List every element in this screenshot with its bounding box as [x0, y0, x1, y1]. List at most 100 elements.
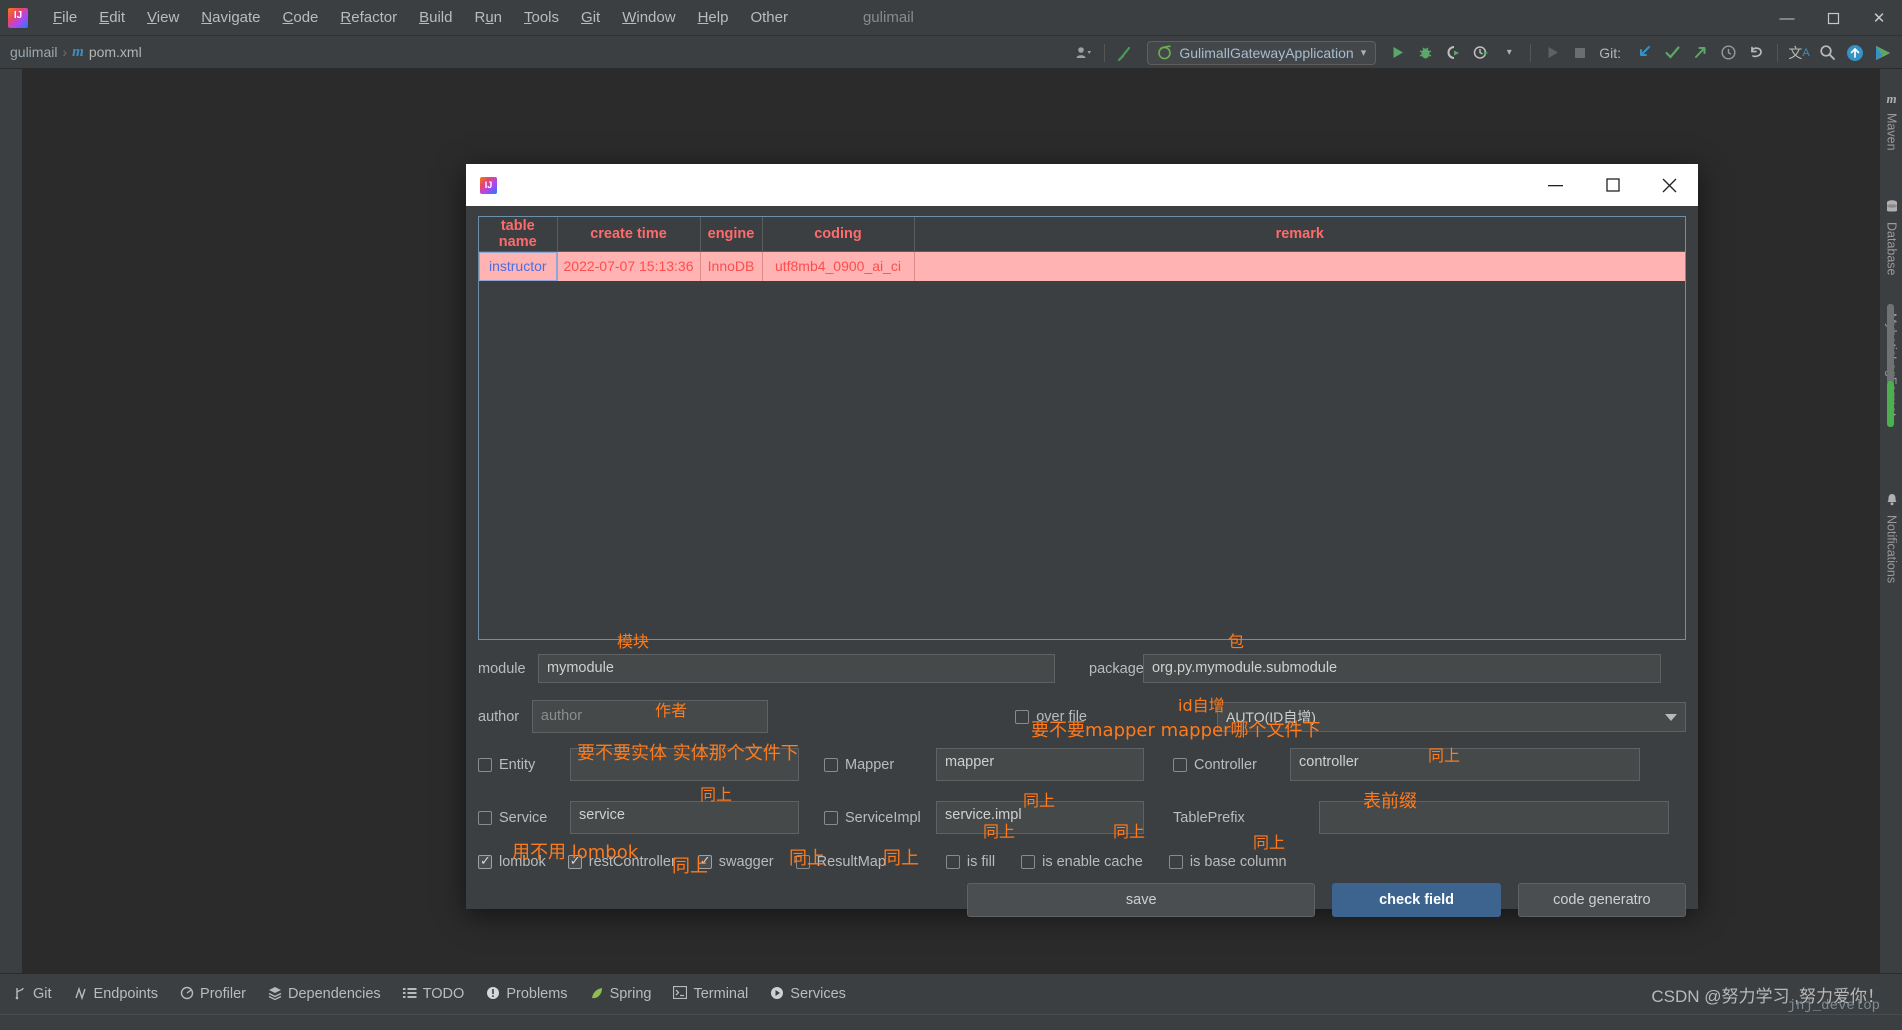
- module-label: module: [478, 660, 526, 677]
- save-button[interactable]: save: [967, 883, 1316, 917]
- controller-checkbox[interactable]: Controller: [1173, 757, 1290, 773]
- generator-form: module mymodule package org.py.mymodule.…: [478, 640, 1686, 917]
- sidebar-item-maven[interactable]: m Maven: [1880, 85, 1902, 151]
- column-header-create-time[interactable]: create time: [557, 217, 701, 252]
- package-input[interactable]: org.py.mymodule.submodule: [1143, 654, 1661, 683]
- ide-icon[interactable]: [1870, 41, 1896, 65]
- code-generator-button[interactable]: code generatro: [1517, 883, 1686, 917]
- debug-icon[interactable]: [1412, 41, 1438, 65]
- user-avatar-icon[interactable]: [1070, 41, 1096, 65]
- status-item-services[interactable]: Services: [770, 986, 846, 1003]
- entity-input[interactable]: [570, 748, 799, 781]
- history-icon[interactable]: [1715, 41, 1741, 65]
- mapper-label: Mapper: [845, 756, 895, 773]
- service-checkbox[interactable]: Service: [478, 810, 570, 826]
- menu-item-other[interactable]: Other: [739, 5, 799, 30]
- entity-checkbox[interactable]: Entity: [478, 757, 570, 773]
- run-configuration-selector[interactable]: GulimallGatewayApplication ▾: [1147, 40, 1377, 65]
- scrollbar-thumb[interactable]: [1887, 304, 1894, 384]
- cell-remark[interactable]: [914, 251, 1685, 281]
- sidebar-item-database[interactable]: Database: [1880, 194, 1902, 276]
- status-item-problems[interactable]: Problems: [486, 986, 568, 1003]
- menu-item-refactor[interactable]: Refactor: [329, 5, 408, 30]
- isenablecache-checkbox[interactable]: is enable cache: [1021, 854, 1143, 870]
- dialog-maximize-icon[interactable]: [1584, 164, 1641, 206]
- module-input[interactable]: mymodule: [538, 654, 1055, 683]
- tableprefix-input[interactable]: [1319, 801, 1669, 834]
- menu-item-build[interactable]: Build: [408, 5, 463, 30]
- status-item-profiler[interactable]: Profiler: [180, 986, 246, 1003]
- dialog-close-icon[interactable]: [1641, 164, 1698, 206]
- translate-icon[interactable]: 文A: [1786, 41, 1812, 65]
- status-item-git[interactable]: Git: [14, 986, 52, 1003]
- run-icon[interactable]: [1384, 41, 1410, 65]
- status-item-endpoints[interactable]: Endpoints: [74, 986, 158, 1003]
- serviceimpl-checkbox[interactable]: ServiceImpl: [824, 810, 936, 826]
- minimize-icon[interactable]: —: [1764, 0, 1810, 36]
- swagger-checkbox[interactable]: swagger: [697, 853, 774, 870]
- lombok-checkbox[interactable]: lombok: [478, 853, 546, 870]
- sidebar-item-notifications[interactable]: Notifications: [1880, 487, 1902, 583]
- form-row-module-package: module mymodule package org.py.mymodule.…: [478, 654, 1686, 683]
- cell-coding[interactable]: utf8mb4_0900_ai_ci: [762, 251, 915, 281]
- menu-item-run[interactable]: Run: [463, 5, 513, 30]
- build-hammer-icon[interactable]: [1113, 41, 1139, 65]
- git-push-icon[interactable]: [1687, 41, 1713, 65]
- search-icon[interactable]: [1814, 41, 1840, 65]
- menu-item-navigate[interactable]: Navigate: [190, 5, 271, 30]
- close-icon[interactable]: ✕: [1856, 0, 1902, 36]
- restcontroller-checkbox[interactable]: restController: [567, 853, 676, 870]
- column-header-coding[interactable]: coding: [762, 217, 915, 252]
- serviceimpl-input[interactable]: service.impl: [936, 801, 1144, 834]
- status-item-terminal[interactable]: Terminal: [673, 985, 748, 1002]
- check-field-button[interactable]: check field: [1332, 883, 1501, 917]
- column-header-remark[interactable]: remark: [914, 217, 1685, 252]
- cell-create-time[interactable]: 2022-07-07 15:13:36: [557, 251, 701, 281]
- run-coverage-icon[interactable]: [1440, 41, 1466, 65]
- menu-item-edit[interactable]: Edit: [88, 5, 136, 30]
- spring-boot-icon: [1158, 45, 1172, 60]
- menu-item-help[interactable]: Help: [687, 5, 740, 30]
- mapper-input[interactable]: mapper: [936, 748, 1144, 781]
- column-header-engine[interactable]: engine: [700, 217, 763, 252]
- dialog-minimize-icon[interactable]: [1527, 164, 1584, 206]
- terminal-icon: [673, 985, 688, 1002]
- menu-item-file[interactable]: File: [42, 5, 88, 30]
- chevron-down-icon-profiler[interactable]: ▾: [1496, 41, 1522, 65]
- upload-icon[interactable]: [1842, 41, 1868, 65]
- mapper-checkbox[interactable]: Mapper: [824, 757, 936, 773]
- rollback-icon[interactable]: [1743, 41, 1769, 65]
- status-item-todo[interactable]: TODO: [402, 986, 464, 1002]
- menu-item-git[interactable]: Git: [570, 5, 611, 30]
- cell-table-name[interactable]: instructor: [479, 251, 558, 281]
- git-label: Git:: [1599, 44, 1621, 61]
- menu-item-code[interactable]: Code: [272, 5, 330, 30]
- id-strategy-select[interactable]: AUTO(ID自增): [1216, 701, 1686, 732]
- breadcrumb-file[interactable]: pom.xml: [89, 44, 142, 60]
- isbasecolumn-checkbox[interactable]: is base column: [1168, 854, 1287, 870]
- menu-item-tools[interactable]: Tools: [513, 5, 570, 30]
- table-row[interactable]: instructor 2022-07-07 15:13:36 InnoDB ut…: [479, 251, 1685, 281]
- isenablecache-label: is enable cache: [1042, 854, 1143, 870]
- controller-input[interactable]: controller: [1290, 748, 1640, 781]
- git-commit-icon[interactable]: [1659, 41, 1685, 65]
- chevron-down-icon-id-strategy[interactable]: [1665, 713, 1677, 721]
- breadcrumb-project[interactable]: gulimail: [10, 44, 57, 60]
- status-item-dependencies[interactable]: Dependencies: [268, 986, 381, 1003]
- chevron-down-icon[interactable]: ▾: [1361, 46, 1367, 59]
- git-update-icon[interactable]: [1631, 41, 1657, 65]
- database-table-panel[interactable]: table name create time engine coding rem…: [478, 216, 1686, 640]
- menu-item-view[interactable]: View: [136, 5, 190, 30]
- isfill-checkbox[interactable]: is fill: [945, 854, 995, 870]
- author-input[interactable]: author: [531, 700, 769, 733]
- column-header-table-name[interactable]: table name: [479, 217, 558, 252]
- status-item-spring[interactable]: Spring: [590, 986, 651, 1003]
- service-input[interactable]: service: [570, 801, 799, 834]
- resultmap-checkbox[interactable]: ResultMap: [795, 854, 886, 870]
- profiler-icon[interactable]: [1468, 41, 1494, 65]
- maximize-icon[interactable]: [1810, 0, 1856, 36]
- service-label: Service: [499, 809, 548, 826]
- over-file-checkbox[interactable]: over file: [1015, 709, 1087, 725]
- cell-engine[interactable]: InnoDB: [700, 251, 763, 281]
- menu-item-window[interactable]: Window: [611, 5, 686, 30]
